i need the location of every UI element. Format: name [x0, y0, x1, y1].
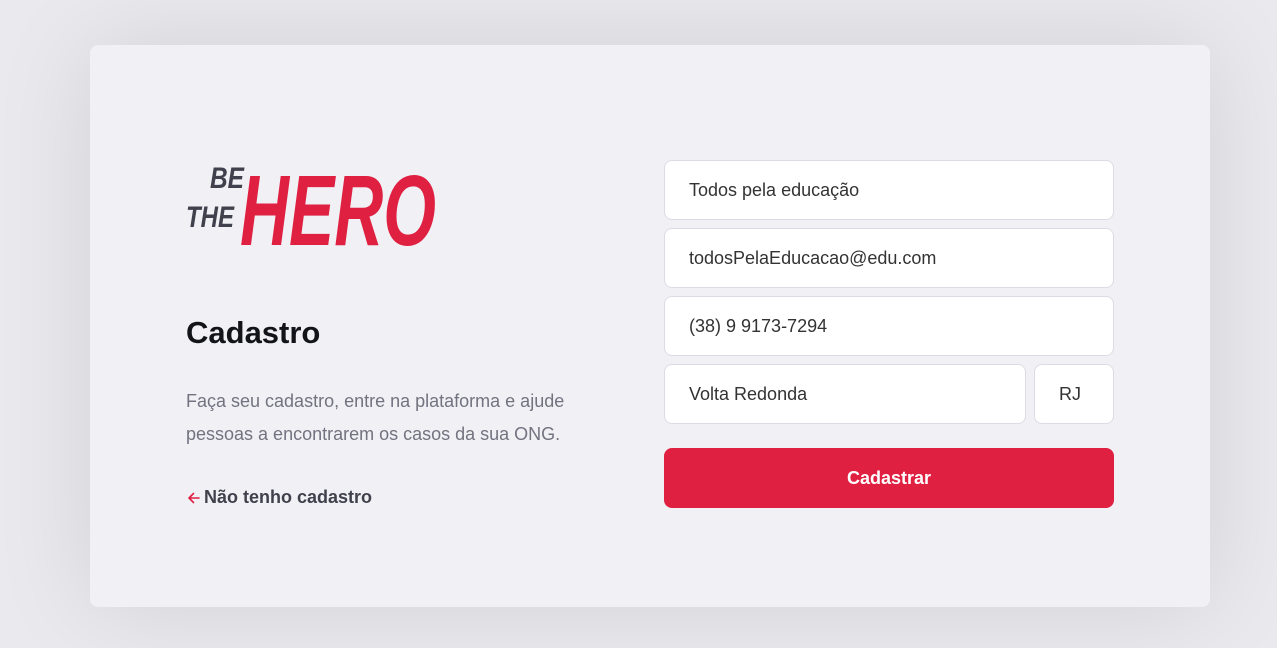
logo-the: THE	[186, 201, 235, 234]
city-input[interactable]	[664, 364, 1026, 424]
page-title: Cadastro	[186, 315, 321, 350]
arrow-left-icon	[188, 492, 200, 503]
back-to-login-link[interactable]: Não tenho cadastro	[186, 487, 372, 508]
register-button[interactable]: Cadastrar	[664, 448, 1114, 508]
city-uf-row	[664, 364, 1114, 432]
back-link-label: Não tenho cadastro	[204, 487, 373, 507]
uf-input[interactable]	[1034, 364, 1114, 424]
register-card: BE THE HERO Cadastro Faça seu cadastro, …	[90, 45, 1210, 607]
email-input[interactable]	[664, 228, 1114, 288]
whatsapp-input[interactable]	[664, 296, 1114, 356]
page-description: Faça seu cadastro, entre na plataforma e…	[186, 391, 565, 444]
register-form: Cadastrar	[664, 160, 1114, 508]
logo-hero: HERO	[240, 155, 436, 251]
register-intro: BE THE HERO Cadastro Faça seu cadastro, …	[186, 141, 586, 507]
be-the-hero-logo: BE THE HERO	[186, 155, 436, 251]
ong-name-input[interactable]	[664, 160, 1114, 220]
